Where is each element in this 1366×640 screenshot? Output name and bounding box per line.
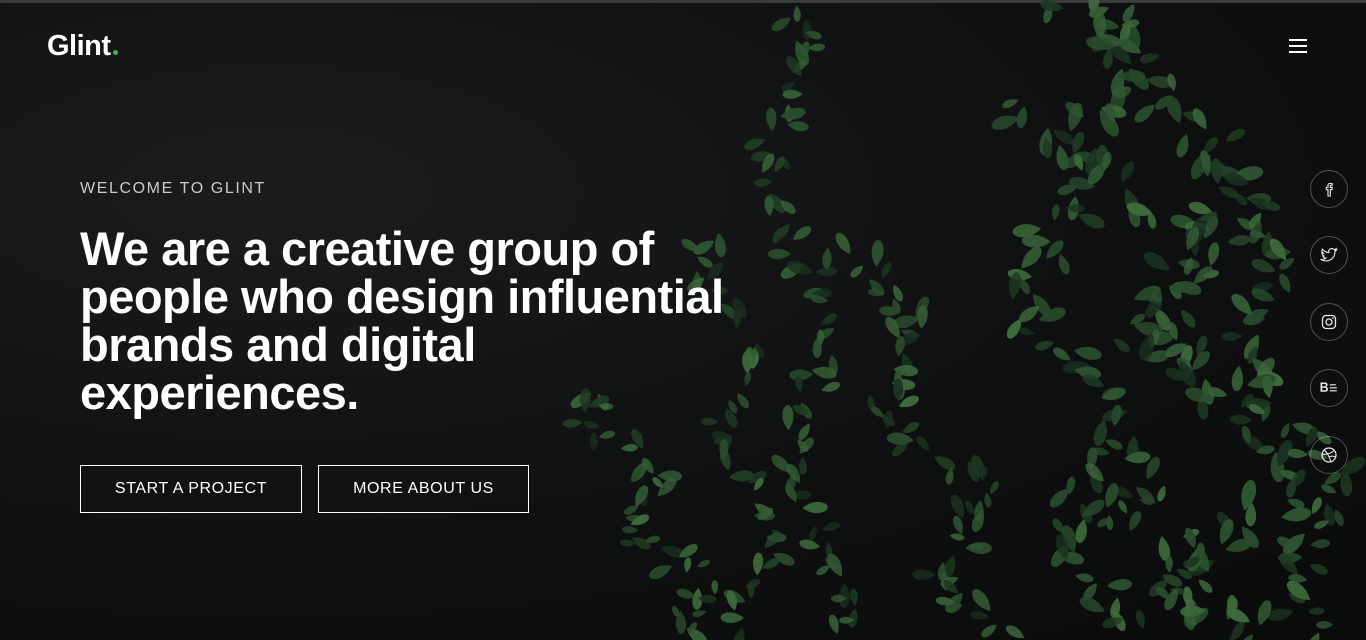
start-project-button[interactable]: START A PROJECT: [80, 465, 302, 513]
hamburger-menu-icon[interactable]: [1286, 36, 1310, 56]
behance-icon: [1320, 382, 1337, 392]
headline-line: brands and digital: [80, 318, 476, 371]
behance-link[interactable]: [1310, 369, 1348, 407]
hero-page: Glint WELCOME TO GLINT We are a creative…: [0, 0, 1366, 640]
instagram-link[interactable]: [1310, 303, 1348, 341]
facebook-link[interactable]: [1310, 170, 1348, 208]
hero-headline: We are a creative group of people who de…: [80, 225, 800, 417]
dribbble-link[interactable]: [1310, 436, 1348, 474]
site-logo[interactable]: Glint: [47, 30, 118, 63]
facebook-icon: [1325, 182, 1333, 197]
twitter-link[interactable]: [1310, 236, 1348, 274]
logo-dot: [112, 50, 118, 55]
more-about-us-button[interactable]: MORE ABOUT US: [318, 465, 529, 513]
hero-eyebrow: WELCOME TO GLINT: [80, 180, 266, 197]
logo-text: Glint: [47, 30, 111, 62]
instagram-icon: [1321, 314, 1337, 330]
dribbble-icon: [1321, 447, 1337, 463]
twitter-icon: [1320, 247, 1338, 262]
headline-line: people who design influential: [80, 270, 724, 323]
headline-line: experiences.: [80, 366, 359, 419]
headline-line: We are a creative group of: [80, 222, 654, 275]
